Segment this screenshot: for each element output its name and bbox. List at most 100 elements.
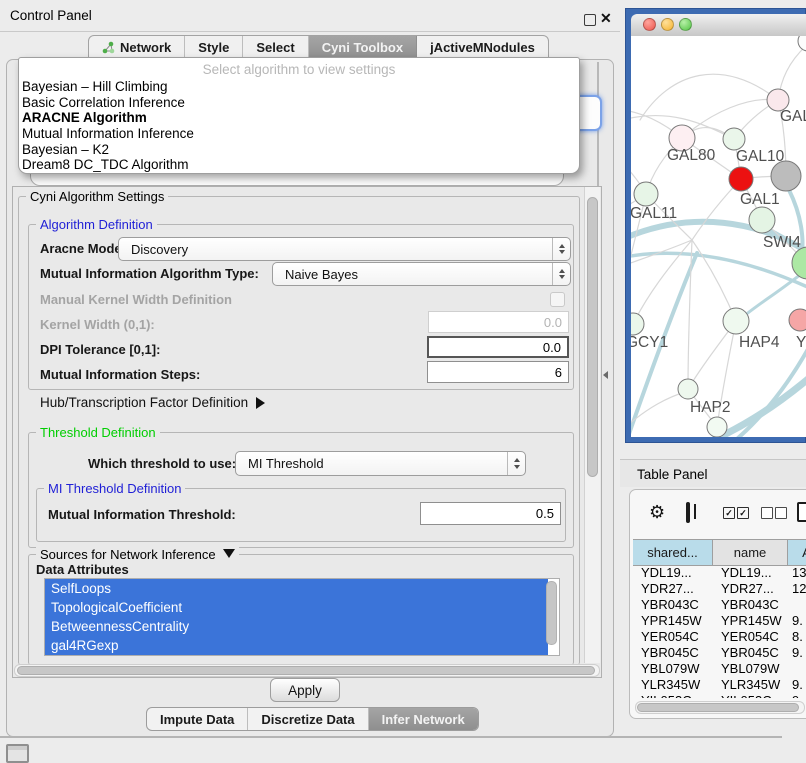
network-node[interactable] [798,36,806,51]
algorithm-option-bayesian-hill-climbing[interactable]: Bayesian – Hill Climbing [22,79,194,95]
split-view-icon[interactable] [686,502,690,523]
table-cell[interactable]: YBL079W [633,661,713,677]
attribute-item-gal4rgexp[interactable]: gal4RGexp [45,636,548,655]
table-cell[interactable] [788,661,806,677]
minimize-traffic-light-icon[interactable] [661,18,674,31]
network-window-titlebar[interactable] [631,14,806,37]
tab-style[interactable]: Style [185,36,243,59]
table-row[interactable]: YBR045CYBR045C9. [633,645,806,661]
close-icon[interactable]: ✕ [600,11,612,25]
data-attributes-list[interactable]: SelfLoopsTopologicalCoefficientBetweenne… [44,578,560,656]
table-row[interactable]: YPR145WYPR145W9. [633,613,806,629]
attribute-item-topologicalcoefficient[interactable]: TopologicalCoefficient [45,598,548,617]
stepper-arrows-icon[interactable] [507,452,525,475]
network-node[interactable] [749,207,775,233]
table-cell[interactable]: 8. [788,629,806,645]
table-cell[interactable]: YBR045C [713,645,788,661]
table-cell[interactable]: 9. [788,613,806,629]
network-node-gal10[interactable] [723,128,745,150]
sources-group-title-row[interactable]: Sources for Network Inference [36,547,239,562]
table-cell[interactable]: YIL053C [713,693,788,698]
table-row[interactable]: YER054CYER054C8. [633,629,806,645]
close-traffic-light-icon[interactable] [643,18,656,31]
table-row[interactable]: YLR345WYLR345W9. [633,677,806,693]
table-cell[interactable]: YER054C [633,629,713,645]
table-row[interactable]: YIL053CYIL053C9 [633,693,806,698]
table-column-header[interactable]: name [713,540,788,565]
checked-checkbox-icon[interactable]: ✓ [737,507,749,519]
manual-kernel-checkbox[interactable] [550,292,565,307]
network-node-swi4[interactable] [792,247,806,279]
table-cell[interactable]: YBR043C [633,597,713,613]
table-cell[interactable]: YLR345W [713,677,788,693]
network-graph[interactable]: GALGAL80GAL10GAL1GAL11SWI4GCY1HAP4YHAP2 [631,36,806,437]
unchecked-checkbox-icon[interactable] [761,507,773,519]
hub-definition-toggle[interactable]: Hub/Transcription Factor Definition [40,394,265,412]
tab-cyni-toolbox[interactable]: Cyni Toolbox [309,36,417,59]
network-node[interactable] [771,161,801,191]
table-cell[interactable]: YBL079W [713,661,788,677]
network-node-hap4[interactable] [723,308,749,334]
table-cell[interactable] [788,597,806,613]
network-node-y[interactable] [789,309,806,331]
bottom-tab-impute-data[interactable]: Impute Data [147,708,248,730]
table-row[interactable]: YBR043CYBR043C [633,597,806,613]
mi-steps-field[interactable]: 6 [427,361,569,383]
table-cell[interactable]: YPR145W [713,613,788,629]
table-horizontal-scrollbar-thumb[interactable] [637,703,799,712]
table-cell[interactable]: YDR27... [713,581,788,597]
network-node-gal1[interactable] [729,167,753,191]
algorithm-option-bayesian-k2[interactable]: Bayesian – K2 [22,142,194,158]
mi-threshold-field[interactable]: 0.5 [420,502,561,525]
table-cell[interactable]: 9. [788,677,806,693]
stepper-arrows-icon[interactable] [552,238,570,260]
attribute-list-scrollbar[interactable] [546,581,557,645]
settings-horizontal-scrollbar[interactable] [14,664,600,677]
checked-checkbox-icon[interactable]: ✓ [723,507,735,519]
network-edge[interactable] [631,391,688,430]
network-canvas[interactable]: GALGAL80GAL10GAL1GAL11SWI4GCY1HAP4YHAP2 [631,36,806,437]
zoom-traffic-light-icon[interactable] [679,18,692,31]
tab-network[interactable]: Network [89,36,185,59]
algorithm-option-basic-correlation-inference[interactable]: Basic Correlation Inference [22,95,194,111]
settings-vertical-scrollbar[interactable] [584,187,600,663]
table-row[interactable]: YDL19...YDL19...13 [633,565,806,581]
network-node-hap2[interactable] [678,379,698,399]
table-cell[interactable]: YIL053C [633,693,713,698]
tab-jactivemnodules[interactable]: jActiveMNodules [417,36,548,59]
mi-type-select[interactable]: Naive Bayes [272,262,571,286]
settings-vertical-scrollbar-thumb[interactable] [587,197,598,477]
table-cell[interactable]: YER054C [713,629,788,645]
aracne-mode-select[interactable]: Discovery [118,237,571,261]
table-cell[interactable]: 9. [788,645,806,661]
table-row[interactable]: YBL079WYBL079W [633,661,806,677]
table-cell[interactable]: YPR145W [633,613,713,629]
table-column-header[interactable]: A [788,540,806,565]
table-cell[interactable]: 9 [788,693,806,698]
bottom-tab-discretize-data[interactable]: Discretize Data [248,708,368,730]
network-node[interactable] [707,417,727,437]
apply-button[interactable]: Apply [270,678,340,702]
table-cell[interactable]: 13 [788,565,806,581]
document-icon[interactable] [797,502,806,522]
gear-icon[interactable]: ⚙ [649,503,665,521]
settings-horizontal-scrollbar-thumb[interactable] [17,666,595,675]
bottom-tab-infer-network[interactable]: Infer Network [369,708,478,730]
unchecked-checkbox-icon[interactable] [775,507,787,519]
table-cell[interactable]: YBR043C [713,597,788,613]
tab-select[interactable]: Select [243,36,308,59]
attribute-item-betweennesscentrality[interactable]: BetweennessCentrality [45,617,548,636]
algorithm-option-mutual-information-inference[interactable]: Mutual Information Inference [22,126,194,142]
table-cell[interactable]: YDL19... [633,565,713,581]
panel-splitter-arrow-icon[interactable] [603,371,608,379]
stepper-arrows-icon[interactable] [552,263,570,285]
table-cell[interactable]: YBR045C [633,645,713,661]
table-cell[interactable]: 12 [788,581,806,597]
kernel-width-field[interactable]: 0.0 [428,311,569,333]
table-horizontal-scrollbar[interactable] [635,701,805,714]
dpi-tolerance-field[interactable]: 0.0 [427,336,569,358]
float-window-icon[interactable] [584,14,596,26]
table-cell[interactable]: YDL19... [713,565,788,581]
algorithm-option-dream8-dc-tdc-algorithm[interactable]: Dream8 DC_TDC Algorithm [22,157,194,173]
table-column-header[interactable]: shared... [633,540,713,565]
